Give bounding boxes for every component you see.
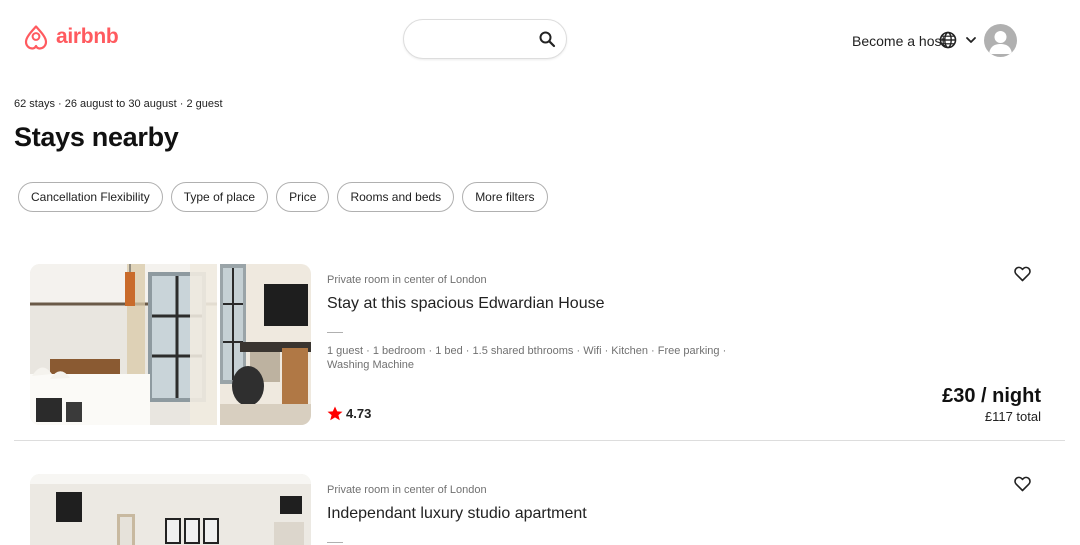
rating-value: 4.73 — [346, 406, 372, 421]
listing-rating: 4.73 — [327, 406, 371, 421]
chevron-down-icon[interactable] — [965, 34, 977, 46]
filter-rooms-and-beds[interactable]: Rooms and beds — [337, 182, 455, 212]
avatar[interactable] — [984, 24, 1017, 57]
filter-bar: Cancellation Flexibility Type of place P… — [18, 182, 548, 212]
globe-icon[interactable] — [939, 31, 957, 49]
divider — [327, 542, 343, 543]
listing-price: £30 / night — [942, 385, 1041, 407]
listing-card[interactable]: Private room in center of London Stay at… — [14, 264, 1065, 434]
search-icon[interactable] — [538, 30, 556, 48]
star-icon — [327, 406, 343, 421]
filter-price[interactable]: Price — [276, 182, 330, 212]
listing-photo — [30, 264, 217, 425]
user-icon — [989, 31, 1012, 54]
divider — [327, 332, 343, 333]
airbnb-belo-icon — [24, 25, 48, 50]
listing-divider — [14, 440, 1065, 441]
listing-amenities: 1 guest · 1 bedroom · 1 bed · 1.5 shared… — [327, 345, 727, 371]
heart-icon[interactable] — [1014, 476, 1031, 492]
search-summary: 62 stays · 26 august to 30 august · 2 gu… — [14, 98, 223, 110]
become-a-host-link[interactable]: Become a host — [852, 33, 945, 49]
listing-title[interactable]: Stay at this spacious Edwardian House — [327, 295, 604, 313]
listing-total: £117 total — [984, 409, 1041, 424]
listing-subtype: Private room in center of London — [327, 274, 487, 286]
search-bar[interactable] — [403, 19, 567, 59]
listing-photos[interactable] — [30, 264, 311, 425]
heart-icon[interactable] — [1014, 266, 1031, 282]
listing-photo — [30, 474, 311, 545]
filter-type-of-place[interactable]: Type of place — [170, 182, 269, 212]
filter-cancellation-flexibility[interactable]: Cancellation Flexibility — [18, 182, 163, 212]
listing-photos[interactable] — [30, 474, 311, 545]
listing-photo — [220, 264, 311, 425]
brand-name: airbnb — [56, 25, 119, 48]
page-title: Stays nearby — [14, 122, 179, 152]
filter-more-filters[interactable]: More filters — [462, 182, 548, 212]
airbnb-logo[interactable]: airbnb — [22, 22, 119, 52]
listing-card[interactable]: Private room in center of London Indepen… — [14, 474, 1065, 545]
listing-subtype: Private room in center of London — [327, 484, 487, 496]
listing-title[interactable]: Independant luxury studio apartment — [327, 505, 587, 523]
